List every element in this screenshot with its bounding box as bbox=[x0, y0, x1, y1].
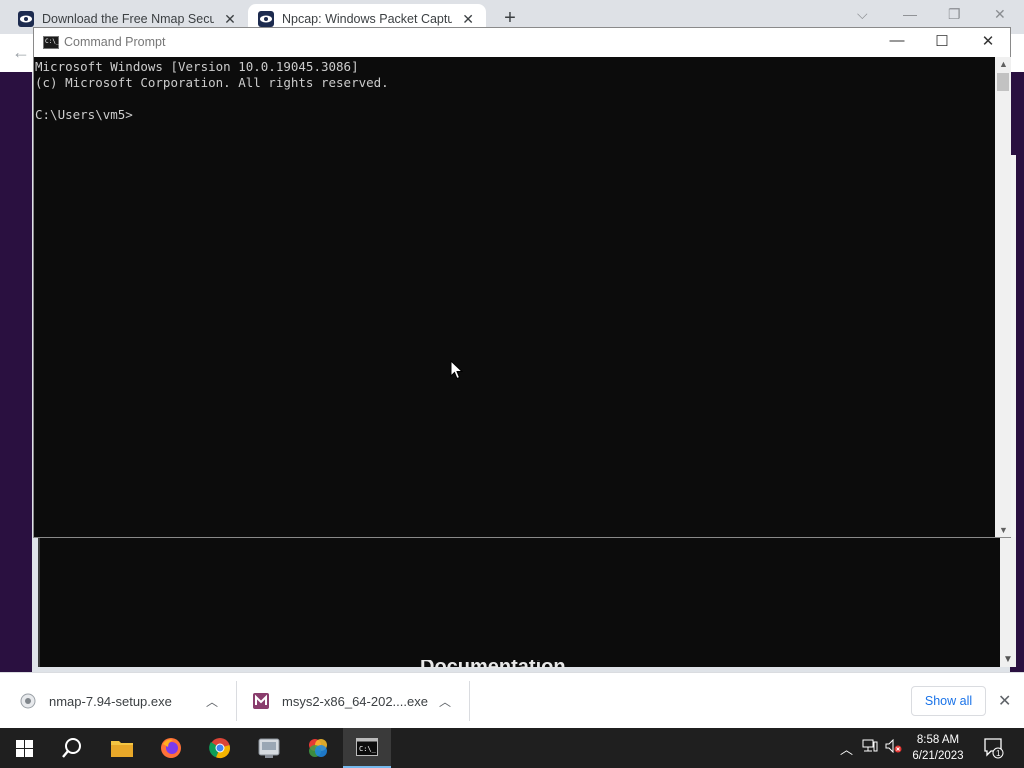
restore-icon[interactable]: ❐ bbox=[948, 6, 961, 23]
console-line: (c) Microsoft Corporation. All rights re… bbox=[35, 75, 389, 90]
tab-title: Npcap: Windows Packet Capture bbox=[282, 12, 453, 26]
minimize-button[interactable]: — bbox=[882, 32, 912, 49]
app-button[interactable] bbox=[245, 728, 293, 768]
volume-muted-icon[interactable] bbox=[885, 738, 903, 756]
show-all-button[interactable]: Show all bbox=[911, 686, 986, 716]
chevron-up-icon[interactable]: ︿ bbox=[840, 739, 853, 758]
nmap-eye-icon bbox=[18, 11, 34, 27]
chevron-up-icon[interactable]: ︿ bbox=[206, 693, 218, 710]
chrome-button[interactable] bbox=[196, 728, 244, 768]
chevron-up-icon[interactable]: ︿ bbox=[439, 693, 451, 710]
msys2-icon bbox=[253, 693, 269, 709]
taskbar: C:\_ ︿ 8:58 AM 6/21/2023 1 bbox=[0, 728, 1024, 768]
chrome-icon bbox=[209, 738, 231, 759]
file-explorer-icon bbox=[111, 741, 133, 757]
chevron-down-icon[interactable]: ⌵ bbox=[857, 6, 868, 23]
command-prompt-icon: C:\_ bbox=[43, 36, 59, 49]
cmd-scrollbar[interactable]: ▲ ▼ bbox=[995, 57, 1011, 537]
close-icon[interactable]: ✕ bbox=[998, 691, 1011, 711]
scroll-down-arrow-icon[interactable]: ▼ bbox=[999, 525, 1008, 535]
search-icon bbox=[62, 738, 81, 758]
clock-date: 6/21/2023 bbox=[912, 750, 964, 762]
file-explorer-button[interactable] bbox=[98, 728, 146, 768]
close-window-icon[interactable]: ✕ bbox=[994, 6, 1006, 23]
page-content-panel bbox=[38, 537, 1000, 667]
color-app-icon bbox=[309, 739, 327, 757]
download-item-msys2[interactable]: msys2-x86_64-202....exe bbox=[253, 673, 453, 729]
scroll-down-arrow-icon[interactable]: ▼ bbox=[1003, 654, 1013, 665]
divider bbox=[469, 681, 470, 721]
cmd-window-title: Command Prompt bbox=[64, 35, 166, 49]
scrollbar-thumb[interactable] bbox=[997, 73, 1009, 91]
downloads-bar: nmap-7.94-setup.exe ︿ msys2-x86_64-202..… bbox=[0, 672, 1024, 728]
minimize-icon[interactable]: — bbox=[903, 6, 917, 22]
divider bbox=[236, 681, 237, 721]
download-filename: nmap-7.94-setup.exe bbox=[49, 693, 172, 709]
firefox-icon bbox=[161, 738, 181, 758]
page-heading: Documentation bbox=[420, 660, 566, 668]
page-background-left bbox=[0, 72, 32, 672]
search-button[interactable] bbox=[48, 728, 96, 768]
close-button[interactable]: ✕ bbox=[973, 32, 1003, 50]
notification-center-icon[interactable]: 1 bbox=[983, 737, 1005, 762]
system-clock[interactable]: 8:58 AM 6/21/2023 bbox=[906, 732, 970, 764]
installer-icon bbox=[20, 693, 36, 709]
network-icon[interactable] bbox=[862, 739, 878, 756]
maximize-button[interactable]: ☐ bbox=[927, 32, 957, 50]
mouse-cursor-icon bbox=[450, 360, 464, 380]
close-icon[interactable]: ✕ bbox=[460, 11, 476, 28]
windows-logo-icon bbox=[15, 739, 33, 757]
svg-text:C:\_: C:\_ bbox=[359, 745, 377, 753]
command-prompt-button[interactable]: C:\_ bbox=[343, 728, 391, 768]
back-arrow-icon[interactable]: ← bbox=[12, 42, 30, 63]
firefox-button[interactable] bbox=[147, 728, 195, 768]
notification-count: 1 bbox=[996, 749, 1001, 758]
tab-title: Download the Free Nmap Securi bbox=[42, 12, 214, 26]
command-prompt-window[interactable]: C:\_ Command Prompt — ☐ ✕ Microsoft Wind… bbox=[33, 27, 1011, 538]
page-scrollbar[interactable]: ▼ bbox=[1000, 537, 1016, 667]
scroll-up-arrow-icon[interactable]: ▲ bbox=[999, 59, 1008, 69]
command-prompt-icon: C:\_ bbox=[356, 738, 378, 756]
download-filename: msys2-x86_64-202....exe bbox=[282, 693, 428, 709]
clock-time: 8:58 AM bbox=[916, 734, 960, 746]
download-item-nmap[interactable]: nmap-7.94-setup.exe bbox=[20, 673, 230, 729]
close-icon[interactable]: ✕ bbox=[222, 11, 238, 28]
start-button[interactable] bbox=[0, 728, 48, 768]
cmd-console-output[interactable]: Microsoft Windows [Version 10.0.19045.30… bbox=[34, 57, 995, 537]
nmap-eye-icon bbox=[258, 11, 274, 27]
cmd-titlebar[interactable]: C:\_ Command Prompt — ☐ ✕ bbox=[34, 28, 1010, 57]
color-app-button[interactable] bbox=[294, 728, 342, 768]
console-prompt[interactable]: C:\Users\vm5> bbox=[35, 107, 995, 123]
app-icon bbox=[258, 738, 280, 758]
console-line: Microsoft Windows [Version 10.0.19045.30… bbox=[35, 59, 359, 74]
